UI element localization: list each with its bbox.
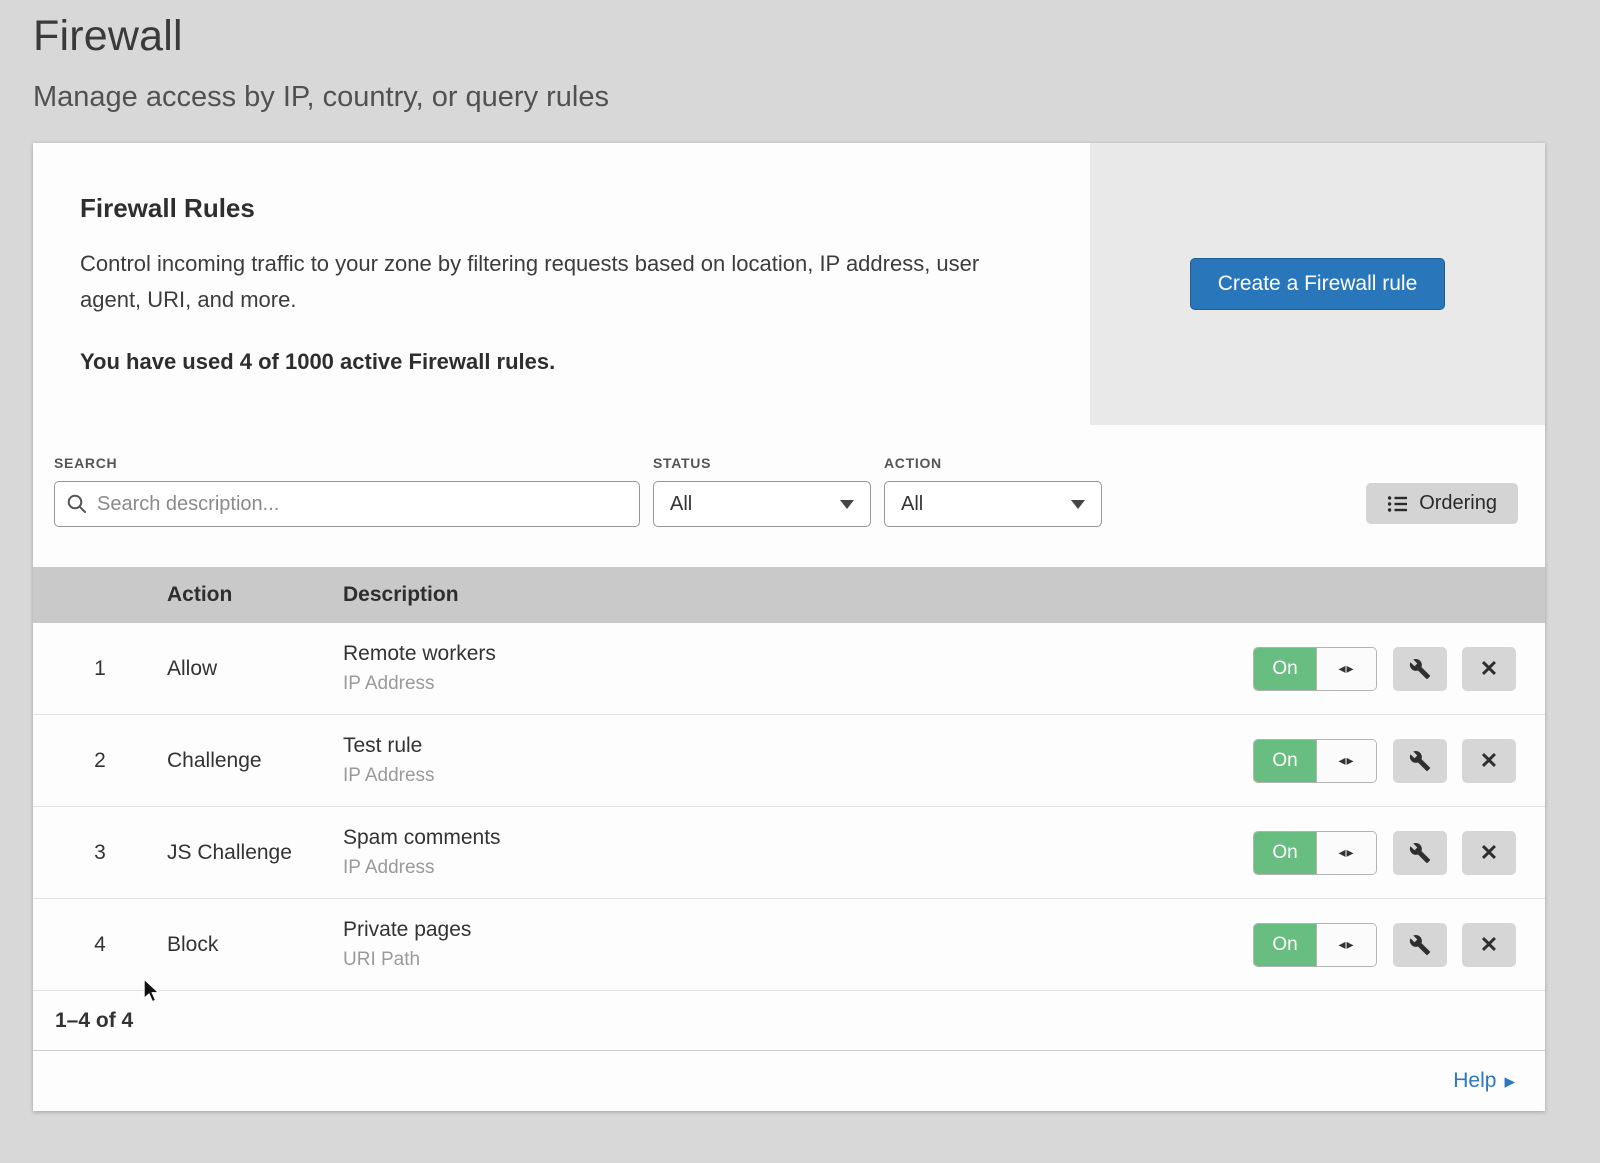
toggle-on-label: On	[1254, 648, 1316, 690]
delete-rule-button[interactable]: ✕	[1462, 739, 1516, 783]
delete-rule-button[interactable]: ✕	[1462, 831, 1516, 875]
rules-heading: Firewall Rules	[80, 193, 1030, 224]
rule-description: Test rule	[343, 734, 1253, 758]
pagination-footer: 1–4 of 4	[33, 991, 1545, 1051]
edit-rule-button[interactable]	[1393, 923, 1447, 967]
table-row: 3 JS Challenge Spam comments IP Address …	[33, 807, 1545, 899]
action-label: ACTION	[884, 455, 1102, 471]
rule-enabled-toggle[interactable]: On ◂▸	[1253, 647, 1377, 691]
ordering-list-icon	[1387, 494, 1408, 514]
chevron-down-icon	[1071, 500, 1085, 509]
rule-action: Challenge	[167, 749, 343, 773]
search-field-wrap	[54, 481, 640, 527]
rule-controls: On ◂▸ ✕	[1253, 739, 1516, 783]
toggle-on-label: On	[1254, 832, 1316, 874]
rule-match-type: IP Address	[343, 765, 1253, 787]
create-firewall-rule-button[interactable]: Create a Firewall rule	[1190, 258, 1446, 310]
toggle-knob-icon[interactable]: ◂▸	[1316, 832, 1376, 874]
rule-controls: On ◂▸ ✕	[1253, 831, 1516, 875]
rule-description: Remote workers	[343, 642, 1253, 666]
chevron-down-icon	[840, 500, 854, 509]
action-selected-value: All	[901, 493, 923, 516]
search-filter-group: SEARCH	[54, 455, 640, 527]
action-select[interactable]: All	[884, 481, 1102, 527]
rule-action: JS Challenge	[167, 841, 343, 865]
page-header: Firewall Manage access by IP, country, o…	[0, 0, 1600, 114]
rule-match-type: IP Address	[343, 857, 1253, 879]
rule-description-cell: Test rule IP Address	[343, 734, 1253, 787]
edit-rule-button[interactable]	[1393, 831, 1447, 875]
close-icon: ✕	[1480, 656, 1498, 682]
search-input[interactable]	[54, 481, 640, 527]
toggle-knob-icon[interactable]: ◂▸	[1316, 924, 1376, 966]
rule-priority: 1	[33, 657, 167, 681]
toggle-on-label: On	[1254, 740, 1316, 782]
action-filter-group: ACTION All	[884, 455, 1102, 527]
delete-rule-button[interactable]: ✕	[1462, 923, 1516, 967]
table-row: 1 Allow Remote workers IP Address On ◂▸ …	[33, 623, 1545, 715]
rule-enabled-toggle[interactable]: On ◂▸	[1253, 831, 1377, 875]
rules-usage-note: You have used 4 of 1000 active Firewall …	[80, 349, 1030, 375]
rules-description: Control incoming traffic to your zone by…	[80, 246, 1025, 317]
table-row: 2 Challenge Test rule IP Address On ◂▸ ✕	[33, 715, 1545, 807]
page-subtitle: Manage access by IP, country, or query r…	[33, 81, 1600, 114]
toggle-knob-icon[interactable]: ◂▸	[1316, 648, 1376, 690]
rule-description-cell: Spam comments IP Address	[343, 826, 1253, 879]
rule-enabled-toggle[interactable]: On ◂▸	[1253, 923, 1377, 967]
help-link-label: Help	[1453, 1069, 1496, 1093]
toggle-on-label: On	[1254, 924, 1316, 966]
delete-rule-button[interactable]: ✕	[1462, 647, 1516, 691]
rule-match-type: IP Address	[343, 673, 1253, 695]
pagination-summary: 1–4 of 4	[55, 1009, 133, 1033]
edit-rule-button[interactable]	[1393, 647, 1447, 691]
close-icon: ✕	[1480, 932, 1498, 958]
rule-enabled-toggle[interactable]: On ◂▸	[1253, 739, 1377, 783]
search-label: SEARCH	[54, 455, 640, 471]
rule-description: Spam comments	[343, 826, 1253, 850]
wrench-icon	[1409, 750, 1431, 772]
table-header: Action Description	[33, 567, 1545, 623]
toggle-knob-icon[interactable]: ◂▸	[1316, 740, 1376, 782]
help-row: Help ▸	[33, 1051, 1545, 1111]
wrench-icon	[1409, 658, 1431, 680]
rules-info: Firewall Rules Control incoming traffic …	[33, 143, 1090, 425]
status-filter-group: STATUS All	[653, 455, 871, 527]
arrow-right-icon: ▸	[1504, 1069, 1515, 1094]
rule-description: Private pages	[343, 918, 1253, 942]
page-title: Firewall	[33, 12, 1600, 61]
status-select[interactable]: All	[653, 481, 871, 527]
description-column-header: Description	[343, 583, 1253, 607]
status-label: STATUS	[653, 455, 871, 471]
wrench-icon	[1409, 934, 1431, 956]
create-rule-panel: Create a Firewall rule	[1090, 143, 1545, 425]
action-column-header: Action	[167, 583, 343, 607]
rule-action: Block	[167, 933, 343, 957]
ordering-button[interactable]: Ordering	[1366, 483, 1518, 524]
rule-description-cell: Private pages URI Path	[343, 918, 1253, 971]
rule-match-type: URI Path	[343, 949, 1253, 971]
search-icon	[66, 493, 87, 519]
rule-priority: 4	[33, 933, 167, 957]
close-icon: ✕	[1480, 840, 1498, 866]
help-link[interactable]: Help ▸	[1453, 1069, 1515, 1094]
rule-action: Allow	[167, 657, 343, 681]
wrench-icon	[1409, 842, 1431, 864]
rule-controls: On ◂▸ ✕	[1253, 647, 1516, 691]
filter-bar: SEARCH STATUS All ACTION All Or	[33, 425, 1545, 567]
ordering-button-label: Ordering	[1419, 492, 1497, 515]
rule-description-cell: Remote workers IP Address	[343, 642, 1253, 695]
rule-priority: 2	[33, 749, 167, 773]
rule-controls: On ◂▸ ✕	[1253, 923, 1516, 967]
close-icon: ✕	[1480, 748, 1498, 774]
status-selected-value: All	[670, 493, 692, 516]
table-row: 4 Block Private pages URI Path On ◂▸ ✕	[33, 899, 1545, 991]
card-top-section: Firewall Rules Control incoming traffic …	[33, 143, 1545, 425]
edit-rule-button[interactable]	[1393, 739, 1447, 783]
firewall-rules-card: Firewall Rules Control incoming traffic …	[33, 143, 1545, 1111]
rule-priority: 3	[33, 841, 167, 865]
